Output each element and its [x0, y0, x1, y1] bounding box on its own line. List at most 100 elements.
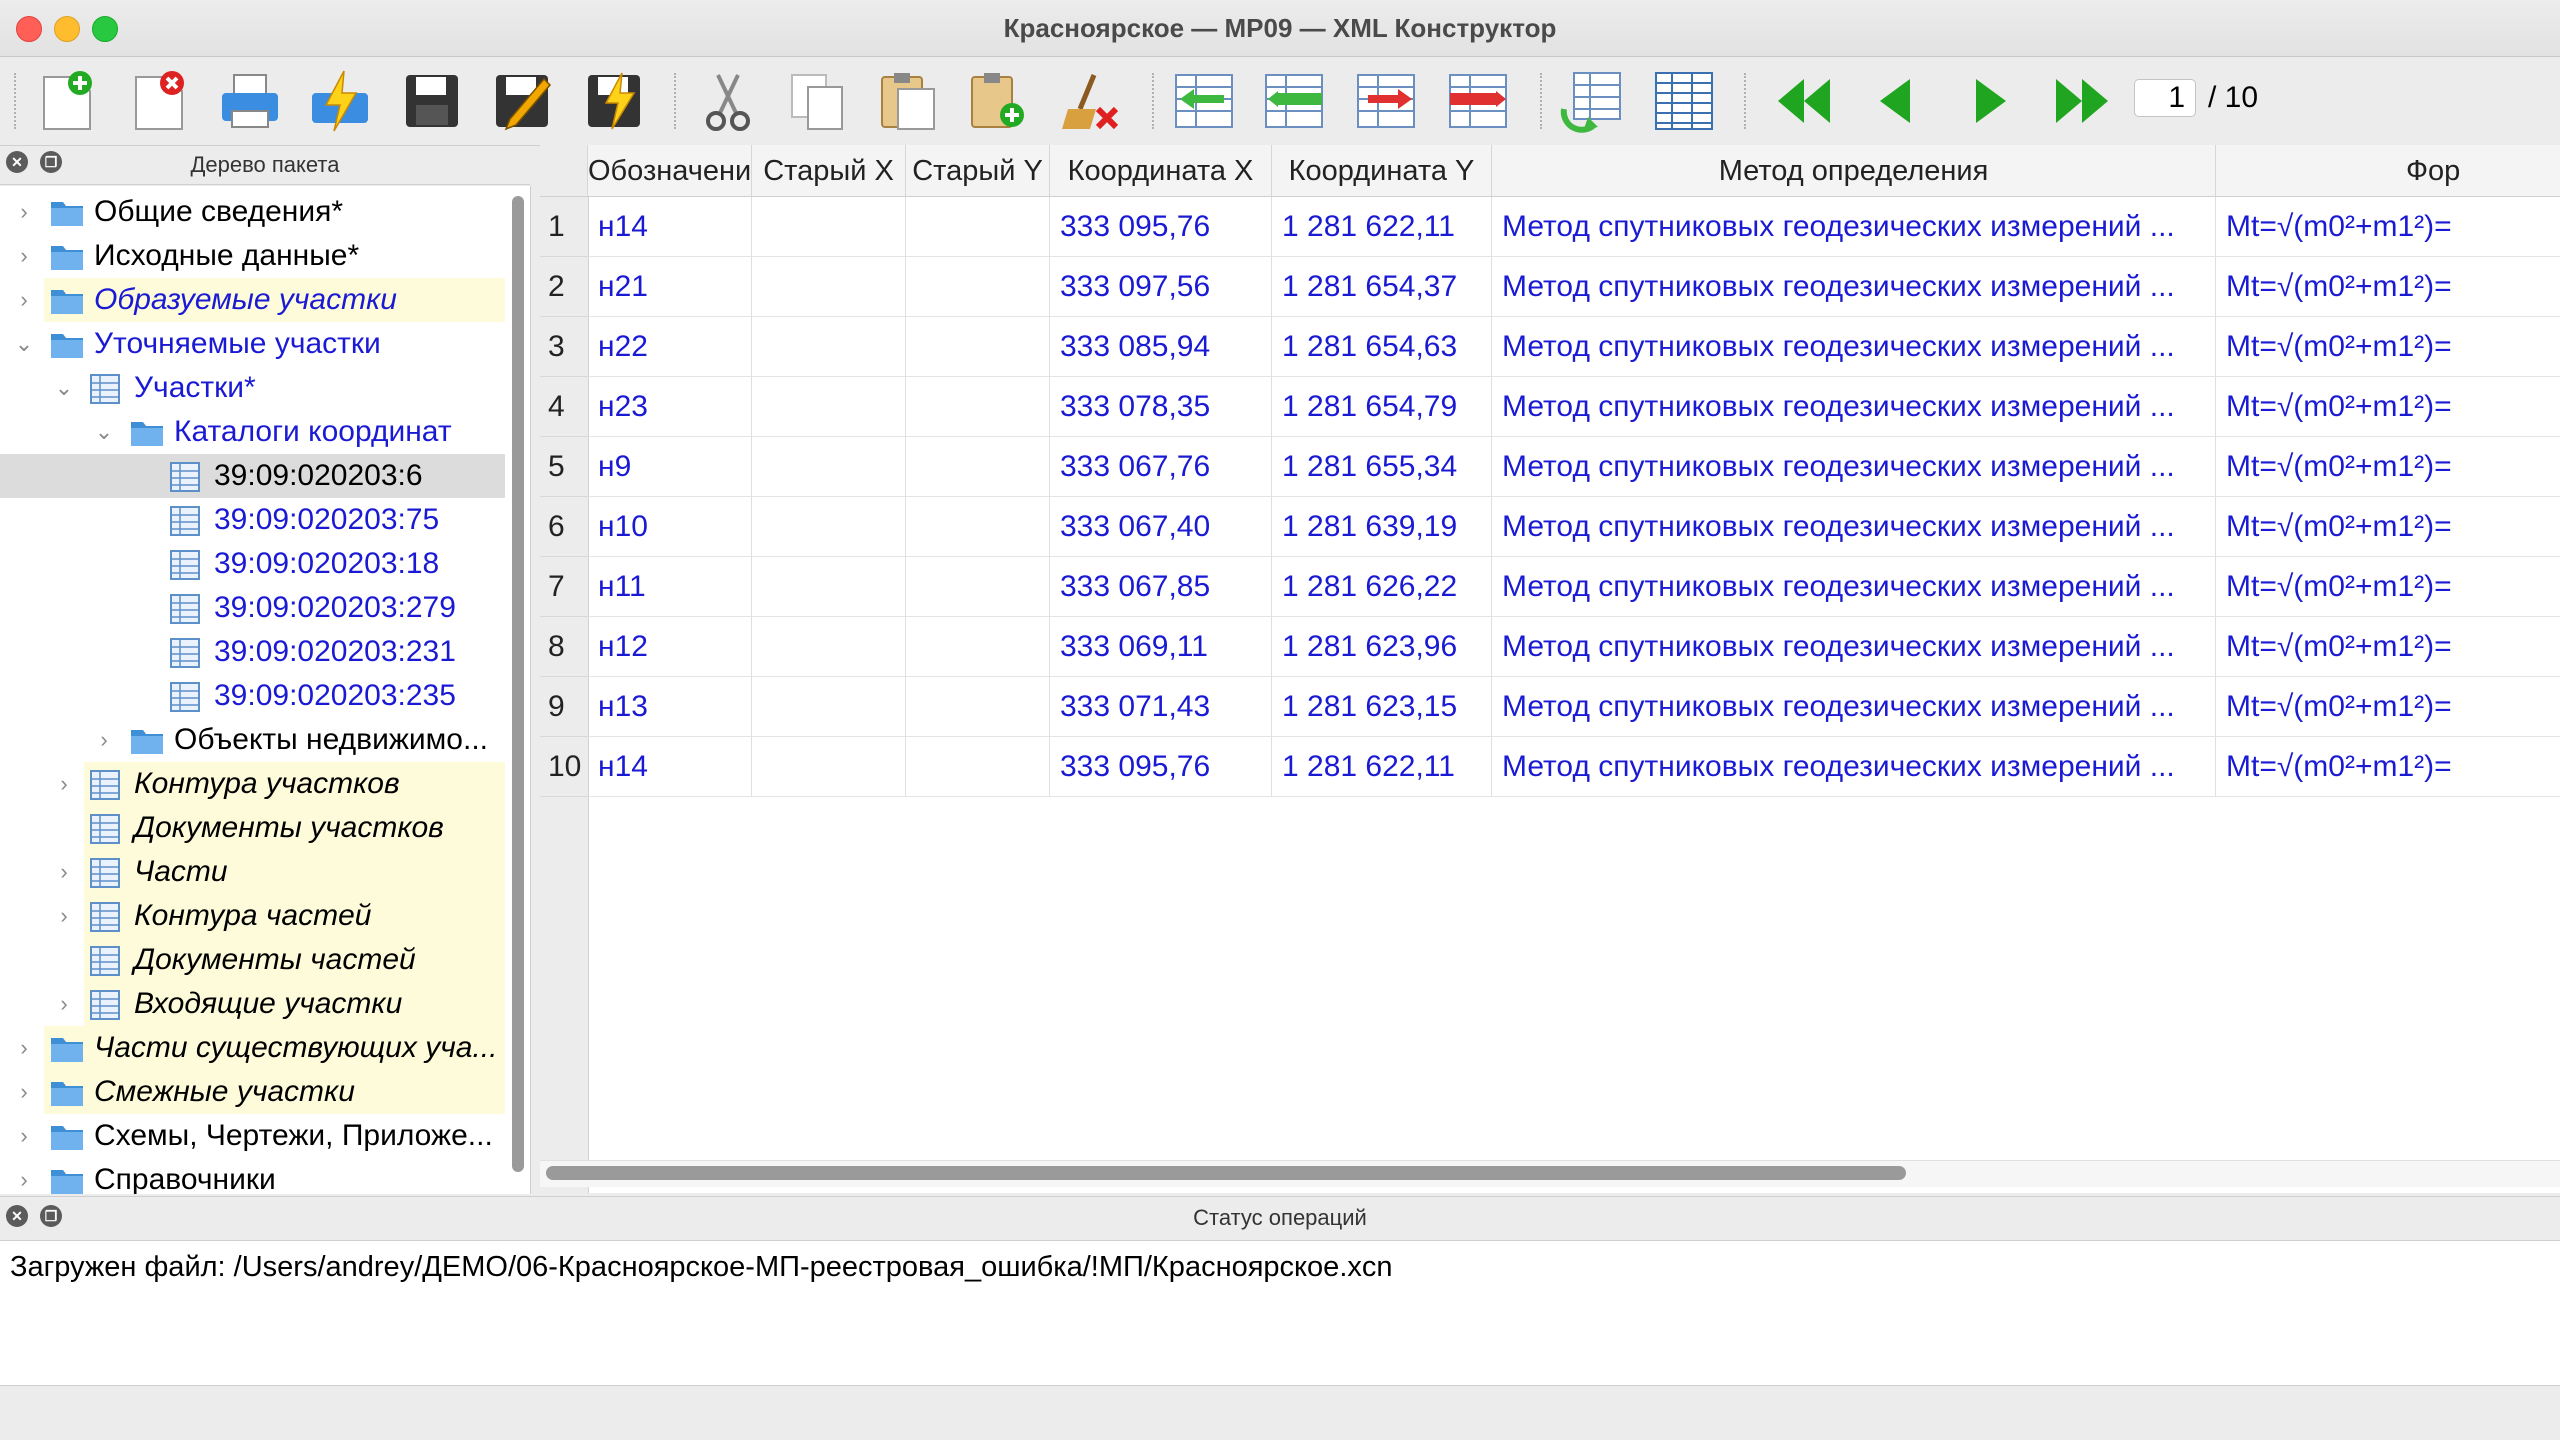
- copy-button[interactable]: [786, 69, 850, 133]
- column-header[interactable]: Старый Y: [906, 145, 1050, 197]
- table-cell-formula[interactable]: Mt=√(m0²+m1²)=: [2216, 317, 2560, 377]
- table-cell-id[interactable]: н14: [588, 737, 752, 797]
- table-cell-formula[interactable]: Mt=√(m0²+m1²)=: [2216, 437, 2560, 497]
- column-header[interactable]: Координата Y: [1272, 145, 1492, 197]
- minimize-window-button[interactable]: [54, 16, 80, 42]
- table-cell-method[interactable]: Метод спутниковых геодезических измерени…: [1492, 257, 2216, 317]
- close-window-button[interactable]: [16, 16, 42, 42]
- table-cell-id[interactable]: н21: [588, 257, 752, 317]
- chevron-right-icon[interactable]: ›: [14, 190, 34, 234]
- table-cell-id[interactable]: н22: [588, 317, 752, 377]
- zoom-window-button[interactable]: [92, 16, 118, 42]
- chevron-right-icon[interactable]: ›: [14, 1114, 34, 1158]
- chevron-right-icon[interactable]: ›: [54, 850, 74, 894]
- tree-item[interactable]: Документы участков: [0, 806, 510, 850]
- insert-row-before-button[interactable]: [1172, 69, 1236, 133]
- save-as-button[interactable]: [490, 69, 554, 133]
- table-cell-old-y[interactable]: [906, 677, 1050, 737]
- table-cell-x[interactable]: 333 078,35: [1050, 377, 1272, 437]
- row-number[interactable]: 9: [540, 677, 588, 737]
- table-cell-method[interactable]: Метод спутниковых геодезических измерени…: [1492, 737, 2216, 797]
- table-cell-method[interactable]: Метод спутниковых геодезических измерени…: [1492, 377, 2216, 437]
- refresh-table-button[interactable]: [1560, 69, 1624, 133]
- close-panel-icon[interactable]: ✕: [6, 1205, 28, 1227]
- table-cell-formula[interactable]: Mt=√(m0²+m1²)=: [2216, 377, 2560, 437]
- tree-item[interactable]: 39:09:020203:75: [0, 498, 510, 542]
- table-cell-y[interactable]: 1 281 655,34: [1272, 437, 1492, 497]
- delete-document-button[interactable]: [128, 69, 192, 133]
- table-cell-y[interactable]: 1 281 622,11: [1272, 197, 1492, 257]
- table-cell-old-y[interactable]: [906, 257, 1050, 317]
- table-cell-y[interactable]: 1 281 654,63: [1272, 317, 1492, 377]
- table-cell-method[interactable]: Метод спутниковых геодезических измерени…: [1492, 497, 2216, 557]
- table-cell-x[interactable]: 333 067,85: [1050, 557, 1272, 617]
- table-cell-old-y[interactable]: [906, 617, 1050, 677]
- table-horizontal-scrollbar[interactable]: [546, 1166, 1906, 1180]
- row-number[interactable]: 8: [540, 617, 588, 677]
- tree-item[interactable]: 39:09:020203:6: [0, 454, 510, 498]
- tree-item[interactable]: › Входящие участки: [0, 982, 510, 1026]
- row-number[interactable]: 5: [540, 437, 588, 497]
- tree-item[interactable]: › Части: [0, 850, 510, 894]
- chevron-right-icon[interactable]: ›: [54, 982, 74, 1026]
- table-cell-y[interactable]: 1 281 639,19: [1272, 497, 1492, 557]
- tree-item[interactable]: › Общие сведения*: [0, 190, 510, 234]
- table-cell-formula[interactable]: Mt=√(m0²+m1²)=: [2216, 197, 2560, 257]
- float-panel-icon[interactable]: ❐: [40, 151, 62, 173]
- table-cell-method[interactable]: Метод спутниковых геодезических измерени…: [1492, 677, 2216, 737]
- chevron-right-icon[interactable]: ›: [94, 718, 114, 762]
- table-cell-y[interactable]: 1 281 622,11: [1272, 737, 1492, 797]
- table-cell-x[interactable]: 333 085,94: [1050, 317, 1272, 377]
- move-row-button[interactable]: [1354, 69, 1418, 133]
- tree-vertical-scrollbar[interactable]: [512, 196, 524, 1172]
- delete-row-button[interactable]: [1446, 69, 1510, 133]
- table-cell-y[interactable]: 1 281 623,15: [1272, 677, 1492, 737]
- column-header[interactable]: Метод определения: [1492, 145, 2216, 197]
- table-cell-x[interactable]: 333 067,40: [1050, 497, 1272, 557]
- chevron-right-icon[interactable]: ›: [54, 894, 74, 938]
- paste-add-button[interactable]: [966, 69, 1030, 133]
- table-cell-y[interactable]: 1 281 654,79: [1272, 377, 1492, 437]
- table-cell-method[interactable]: Метод спутниковых геодезических измерени…: [1492, 197, 2216, 257]
- table-cell-id[interactable]: н23: [588, 377, 752, 437]
- row-number[interactable]: 6: [540, 497, 588, 557]
- tree-item[interactable]: ⌄ Участки*: [0, 366, 510, 410]
- paste-button[interactable]: [876, 69, 940, 133]
- table-cell-old-x[interactable]: [752, 497, 906, 557]
- table-cell-y[interactable]: 1 281 654,37: [1272, 257, 1492, 317]
- table-cell-id[interactable]: н12: [588, 617, 752, 677]
- tree-item[interactable]: 39:09:020203:231: [0, 630, 510, 674]
- table-cell-x[interactable]: 333 097,56: [1050, 257, 1272, 317]
- table-cell-old-y[interactable]: [906, 377, 1050, 437]
- tree-item[interactable]: 39:09:020203:18: [0, 542, 510, 586]
- table-cell-formula[interactable]: Mt=√(m0²+m1²)=: [2216, 677, 2560, 737]
- package-tree[interactable]: › Общие сведения* › Исходные данные* › Образу…: [0, 186, 531, 1194]
- table-cell-formula[interactable]: Mt=√(m0²+m1²)=: [2216, 737, 2560, 797]
- tree-item[interactable]: › Схемы, Чертежи, Приложе...: [0, 1114, 510, 1158]
- table-cell-id[interactable]: н10: [588, 497, 752, 557]
- table-cell-old-x[interactable]: [752, 317, 906, 377]
- tree-item[interactable]: › Справочники: [0, 1158, 510, 1194]
- table-cell-old-x[interactable]: [752, 257, 906, 317]
- tree-item[interactable]: › Контура участков: [0, 762, 510, 806]
- table-view-button[interactable]: [1652, 69, 1716, 133]
- last-page-button[interactable]: [2050, 69, 2114, 133]
- table-cell-method[interactable]: Метод спутниковых геодезических измерени…: [1492, 617, 2216, 677]
- table-cell-old-y[interactable]: [906, 557, 1050, 617]
- chevron-right-icon[interactable]: ›: [14, 1026, 34, 1070]
- table-cell-x[interactable]: 333 095,76: [1050, 197, 1272, 257]
- column-header[interactable]: Координата X: [1050, 145, 1272, 197]
- table-cell-x[interactable]: 333 071,43: [1050, 677, 1272, 737]
- tree-item[interactable]: › Смежные участки: [0, 1070, 510, 1114]
- row-number[interactable]: 2: [540, 257, 588, 317]
- row-number[interactable]: 4: [540, 377, 588, 437]
- table-cell-old-x[interactable]: [752, 437, 906, 497]
- table-cell-x[interactable]: 333 095,76: [1050, 737, 1272, 797]
- column-header[interactable]: Старый X: [752, 145, 906, 197]
- next-page-button[interactable]: [1958, 69, 2022, 133]
- column-header[interactable]: Обозначение: [588, 145, 752, 197]
- table-cell-method[interactable]: Метод спутниковых геодезических измерени…: [1492, 437, 2216, 497]
- tree-item[interactable]: › Контура частей: [0, 894, 510, 938]
- table-cell-method[interactable]: Метод спутниковых геодезических измерени…: [1492, 317, 2216, 377]
- tree-item[interactable]: › Исходные данные*: [0, 234, 510, 278]
